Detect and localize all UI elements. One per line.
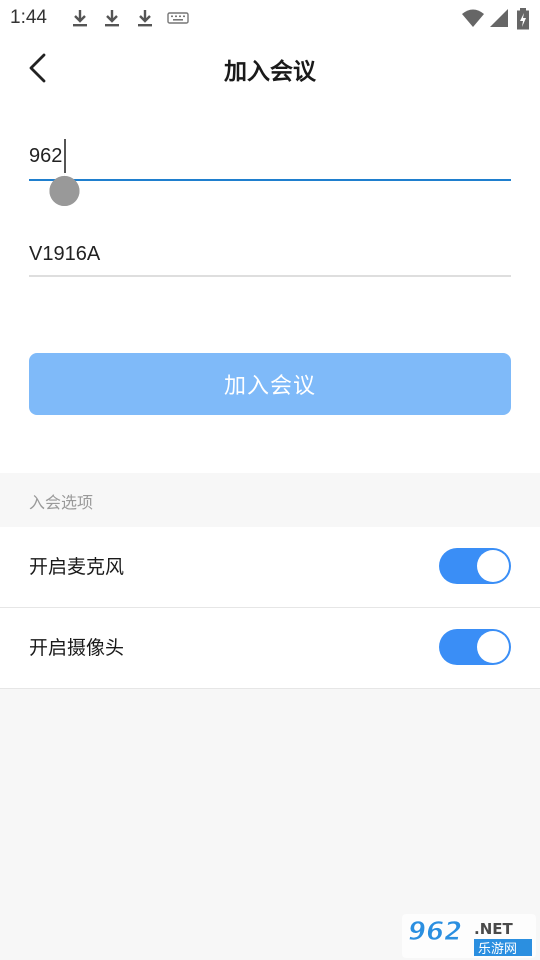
page-title: 加入会议: [224, 59, 316, 85]
download-icon: [105, 10, 119, 27]
section-label: 入会选项: [29, 493, 94, 512]
signal-icon: [490, 9, 508, 27]
display-name-input[interactable]: V1916A: [29, 243, 511, 277]
download-icon: [138, 10, 152, 27]
microphone-toggle[interactable]: [439, 548, 511, 584]
camera-toggle[interactable]: [439, 629, 511, 665]
option-label: 开启摄像头: [29, 637, 125, 659]
text-selection-handle[interactable]: [49, 172, 80, 207]
display-name-value: V1916A: [29, 243, 101, 265]
display-name-underline: [29, 275, 511, 277]
watermark-logo: 962 .NET 乐游网: [402, 914, 536, 958]
option-row-microphone: 开启麦克风: [0, 527, 540, 608]
battery-charging-icon: [517, 8, 529, 30]
status-time: 1:44: [10, 7, 47, 28]
download-icon: [73, 10, 87, 27]
svg-text:962: 962: [408, 917, 462, 947]
text-cursor: [64, 139, 66, 173]
option-row-camera: 开启摄像头: [0, 608, 540, 689]
toggle-knob: [477, 550, 509, 582]
wifi-icon: [462, 9, 484, 27]
meeting-id-input[interactable]: 962: [29, 139, 511, 206]
status-bar: 1:44: [0, 0, 540, 36]
meeting-id-value: 962: [29, 145, 63, 167]
toggle-knob: [477, 631, 509, 663]
svg-text:乐游网: 乐游网: [478, 942, 517, 957]
join-meeting-button[interactable]: 加入会议: [29, 353, 511, 415]
svg-text:.NET: .NET: [474, 920, 513, 938]
option-label: 开启麦克风: [29, 556, 125, 578]
keyboard-icon: [167, 12, 189, 24]
meeting-id-underline: [29, 179, 511, 181]
